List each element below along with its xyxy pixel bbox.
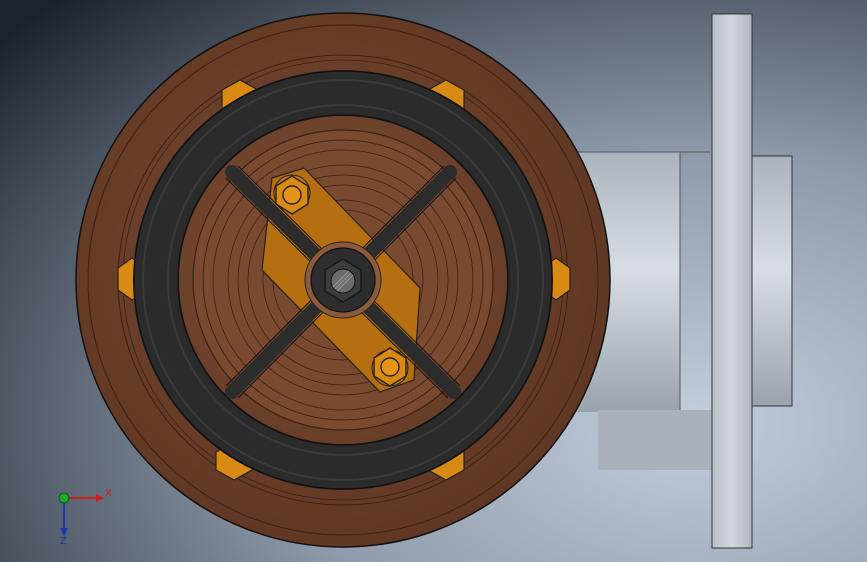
z-axis-arrow-icon xyxy=(60,528,68,536)
reference-triad: X Z xyxy=(58,488,112,547)
x-axis-arrow-icon xyxy=(96,494,104,502)
pipe-outlet xyxy=(751,155,793,407)
z-axis-label: Z xyxy=(60,536,67,547)
y-axis-point-icon xyxy=(58,492,70,504)
x-axis-label: X xyxy=(105,488,112,499)
graphics-viewport[interactable]: X Z xyxy=(0,0,867,562)
pipe-flange xyxy=(711,13,753,549)
cad-model-view[interactable] xyxy=(0,0,867,562)
handwheel-hub xyxy=(304,241,382,319)
